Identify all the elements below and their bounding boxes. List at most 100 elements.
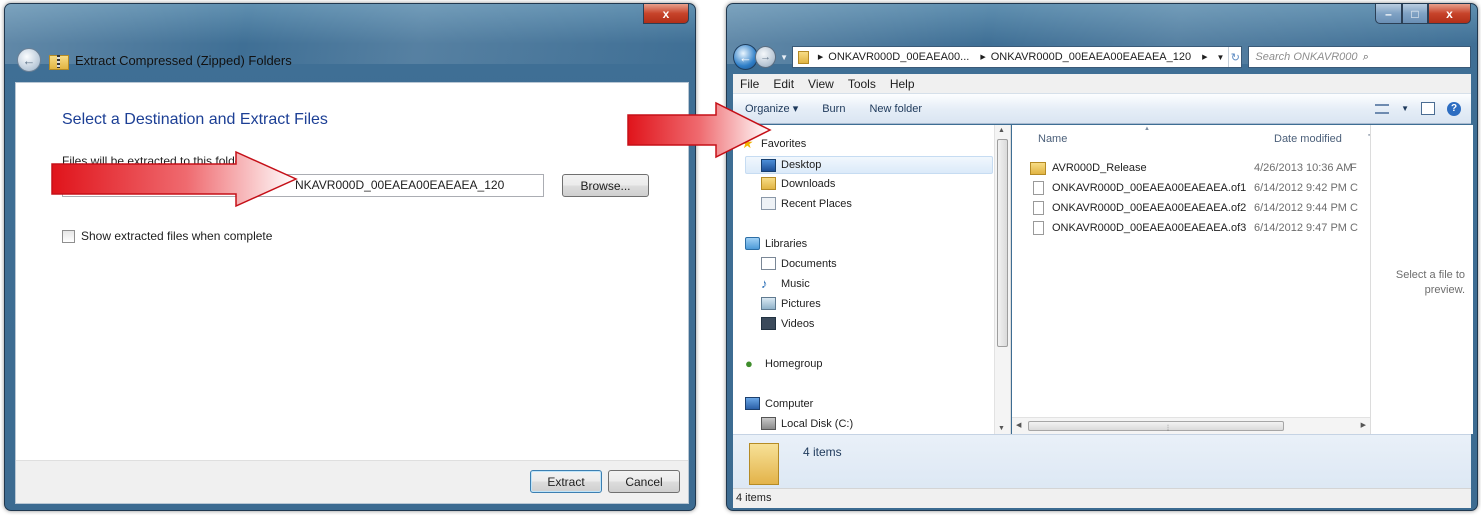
cancel-button[interactable]: Cancel [608,470,680,493]
zip-folder-icon [49,52,69,70]
recent-places-icon [761,197,776,210]
scroll-thumb[interactable] [997,139,1008,347]
nav-videos-label: Videos [781,317,815,330]
file-date: 6/14/2012 9:47 PM [1254,222,1347,234]
nav-recent-label: Recent Places [781,197,852,210]
forward-arrow-icon[interactable]: → [754,46,777,68]
nav-local-disk[interactable]: Local Disk (C:) [761,417,853,430]
nav-libraries-label: Libraries [765,237,808,250]
scroll-right-icon[interactable]: ▶ [1361,421,1366,429]
navigation-tree: ★ Favorites Desktop Downloads Recent Pla… [733,125,995,434]
details-item-count: 4 items [803,445,842,459]
back-arrow-icon[interactable]: ← [17,48,41,72]
nav-desktop[interactable]: Desktop [745,156,993,174]
navigation-scrollbar[interactable]: ▲ ▼ [994,125,1010,434]
file-row[interactable]: ONKAVR000D_00EAEA00EAEAEA.of3 6/14/2012 … [1030,219,1358,237]
grip-icon: ⦙ [1167,423,1170,433]
menu-bar: File Edit View Tools Help [733,74,1471,94]
dialog-content: Select a Destination and Extract Files F… [15,82,689,504]
address-dropdown-icon[interactable]: ▼ [1213,53,1229,62]
burn-button[interactable]: Burn [810,103,857,115]
breadcrumb-segment-parent[interactable]: ONKAVR000D_00EAEA00... [828,51,969,63]
show-files-option: Show extracted files when complete [62,229,272,243]
maximize-button[interactable]: □ [1402,4,1428,24]
search-box[interactable]: Search ONKAVR000D_00EAEA00EAEA... ⌕ [1248,46,1471,68]
breadcrumb-segment-current[interactable]: ONKAVR000D_00EAEA00EAEAEA_120 [991,51,1191,63]
nav-documents-label: Documents [781,257,837,270]
folder-icon [1030,161,1046,175]
file-type: C [1350,182,1358,194]
nav-computer-label: Computer [765,397,814,410]
change-view-icon[interactable] [1375,103,1390,114]
address-bar[interactable]: ▶ ONKAVR000D_00EAEA00... ▶ ONKAVR000D_00… [792,46,1243,68]
scroll-down-icon[interactable]: ▼ [998,425,1005,432]
scroll-left-icon[interactable]: ◀ [1016,421,1021,429]
nav-homegroup[interactable]: ● Homegroup [745,357,822,370]
column-header-date[interactable]: Date modified [1274,133,1342,145]
column-header-name[interactable]: Name [1038,133,1067,145]
file-row[interactable]: ONKAVR000D_00EAEA00EAEAEA.of1 6/14/2012 … [1030,179,1358,197]
refresh-icon[interactable]: ↻ [1228,47,1241,67]
breadcrumb-separator-icon[interactable]: ▶ [818,53,823,61]
breadcrumb-separator-icon[interactable]: ▶ [1202,53,1207,61]
breadcrumb-separator-icon[interactable]: ▶ [980,53,985,61]
folder-large-icon [749,443,779,485]
pictures-icon [761,297,776,310]
dialog-title: Extract Compressed (Zipped) Folders [75,52,292,68]
menu-tools[interactable]: Tools [841,77,883,91]
help-icon[interactable]: ? [1447,101,1461,116]
nav-videos[interactable]: Videos [761,317,814,330]
nav-downloads[interactable]: Downloads [761,177,835,190]
file-date: 4/26/2013 10:36 AM [1254,162,1353,174]
new-folder-button[interactable]: New folder [857,103,934,115]
browse-button[interactable]: Browse... [562,174,649,197]
videos-icon [761,317,776,330]
explorer-window: – □ x ← → ▼ ▶ ONKAVR000D_00EAEA00... ▶ O… [726,3,1478,511]
view-dropdown-icon[interactable]: ▼ [1401,104,1409,113]
file-type: C [1350,222,1358,234]
red-arrow-destination-icon [51,150,298,208]
show-files-checkbox[interactable] [62,229,75,243]
command-bar: Organize ▾ Burn New folder ▼ ? [733,94,1471,124]
file-name: AVR000D_Release [1052,162,1147,174]
file-name: ONKAVR000D_00EAEA00EAEAEA.of1 [1052,182,1247,194]
preview-pane-icon[interactable] [1421,102,1435,115]
extract-dialog-window: x ← Extract Compressed (Zipped) Folders … [4,3,696,511]
extract-button[interactable]: Extract [530,470,602,493]
file-list-scrollbar[interactable]: ◀ ⦙ ▶ [1012,417,1370,434]
nav-local-disk-label: Local Disk (C:) [781,417,854,430]
scroll-up-icon[interactable]: ▲ [998,127,1005,134]
nav-pictures[interactable]: Pictures [761,297,821,310]
file-list: ▲ Name Date modified T AVR000D_Release 4… [1012,125,1375,434]
nav-recent-places[interactable]: Recent Places [761,197,852,210]
menu-help[interactable]: Help [883,77,922,91]
nav-downloads-label: Downloads [781,177,836,190]
status-bar: 4 items [733,488,1471,508]
nav-documents[interactable]: Documents [761,257,837,270]
libraries-icon [745,237,760,250]
computer-icon [745,397,760,410]
dialog-title-row: ← Extract Compressed (Zipped) Folders [17,48,292,72]
search-placeholder: Search ONKAVR000D_00EAEA00EAEA... [1255,51,1358,63]
file-icon [1033,181,1044,195]
minimize-button[interactable]: – [1375,4,1402,24]
downloads-icon [761,177,776,190]
file-type: F [1350,162,1357,174]
menu-file[interactable]: File [733,77,766,91]
nav-pictures-label: Pictures [781,297,821,310]
red-arrow-favorites-icon [627,101,772,159]
file-row[interactable]: ONKAVR000D_00EAEA00EAEAEA.of2 6/14/2012 … [1030,199,1358,217]
nav-computer[interactable]: Computer [745,397,813,410]
dialog-close-button[interactable]: x [643,4,689,24]
nav-libraries[interactable]: Libraries [745,237,807,250]
homegroup-icon: ● [745,356,753,371]
search-icon[interactable]: ⌕ [1358,51,1470,64]
file-date: 6/14/2012 9:42 PM [1254,182,1347,194]
menu-edit[interactable]: Edit [766,77,801,91]
menu-view[interactable]: View [801,77,841,91]
scroll-thumb[interactable]: ⦙ [1028,421,1284,433]
recent-pages-dropdown-icon[interactable]: ▼ [780,53,788,62]
file-row[interactable]: AVR000D_Release 4/26/2013 10:36 AM F [1030,159,1357,177]
explorer-close-button[interactable]: x [1428,4,1471,24]
nav-music[interactable]: ♪ Music [761,277,810,290]
